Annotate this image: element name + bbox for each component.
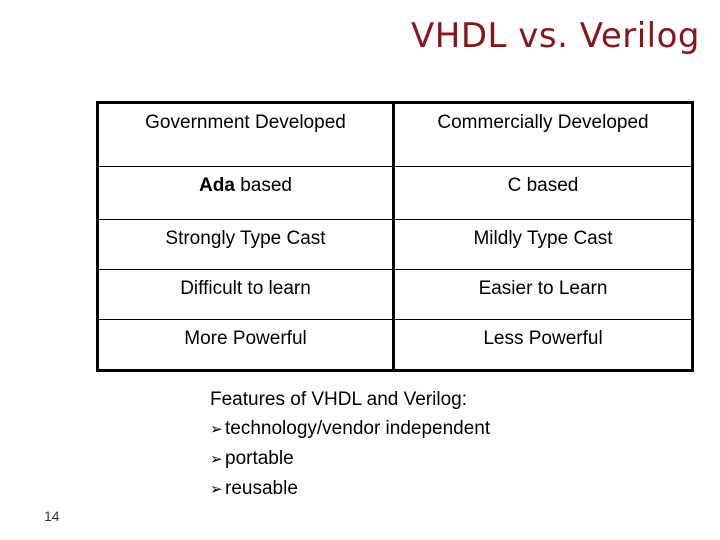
cell-commercially-developed: Commercially Developed bbox=[393, 102, 693, 167]
cell-mildly-type-cast: Mildly Type Cast bbox=[393, 219, 693, 270]
list-item-label: technology/vendor independent bbox=[225, 418, 491, 439]
table-row: Government Developed Commercially Develo… bbox=[97, 102, 693, 167]
table-row: More Powerful Less Powerful bbox=[97, 319, 693, 371]
list-item: ➢ portable bbox=[210, 444, 630, 474]
cell-difficult-to-learn: Difficult to learn bbox=[97, 269, 395, 320]
arrow-bullet-icon: ➢ bbox=[210, 480, 223, 498]
table-body: Government Developed Commercially Develo… bbox=[97, 102, 693, 371]
comparison-table: Government Developed Commercially Develo… bbox=[96, 101, 694, 372]
table-row: Difficult to learn Easier to Learn bbox=[97, 269, 693, 320]
list-item: ➢ reusable bbox=[210, 474, 630, 504]
slide-title: VHDL vs. Verilog bbox=[411, 16, 700, 56]
cell-easier-to-learn: Easier to Learn bbox=[393, 269, 693, 320]
cell-strongly-type-cast: Strongly Type Cast bbox=[97, 219, 395, 270]
arrow-bullet-icon: ➢ bbox=[210, 420, 223, 438]
cell-government-developed: Government Developed bbox=[97, 102, 395, 167]
table-row: Ada based C based bbox=[97, 166, 693, 220]
list-item-label: portable bbox=[225, 448, 294, 469]
page-number: 14 bbox=[44, 508, 60, 524]
cell-ada-rest: based bbox=[234, 175, 292, 196]
list-item: ➢ technology/vendor independent bbox=[210, 414, 630, 444]
cell-less-powerful: Less Powerful bbox=[393, 319, 693, 371]
list-item-label: reusable bbox=[225, 478, 298, 499]
table-row: Strongly Type Cast Mildly Type Cast bbox=[97, 219, 693, 270]
features-block: Features of VHDL and Verilog: ➢ technolog… bbox=[210, 385, 630, 504]
cell-ada-bold: Ada bbox=[199, 175, 235, 196]
cell-c-based: C based bbox=[393, 166, 693, 220]
cell-more-powerful: More Powerful bbox=[97, 319, 395, 371]
features-heading: Features of VHDL and Verilog: bbox=[210, 389, 467, 410]
arrow-bullet-icon: ➢ bbox=[210, 450, 223, 468]
cell-ada-based: Ada based bbox=[97, 166, 395, 220]
